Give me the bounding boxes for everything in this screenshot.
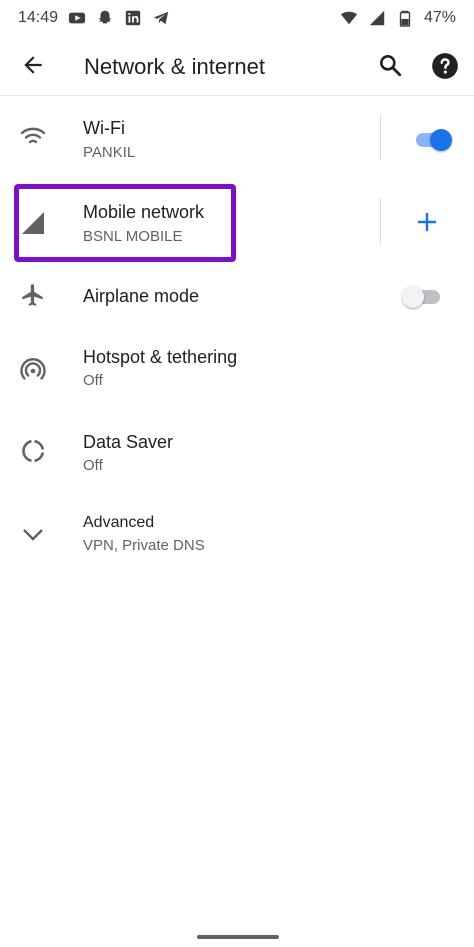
advanced-summary: VPN, Private DNS bbox=[83, 537, 205, 554]
status-time: 14:49 bbox=[18, 9, 59, 26]
advanced-row[interactable]: Advanced VPN, Private DNS bbox=[0, 496, 474, 576]
wifi-toggle[interactable] bbox=[412, 127, 452, 151]
page-title: Network & internet bbox=[84, 54, 265, 79]
back-arrow-icon[interactable] bbox=[20, 52, 46, 78]
airplane-mode-title: Airplane mode bbox=[83, 286, 200, 306]
status-bar: 14:49 47% bbox=[0, 0, 474, 36]
hotspot-title: Hotspot & tethering bbox=[83, 347, 238, 367]
data-saver-title: Data Saver bbox=[83, 432, 174, 452]
signal-icon bbox=[369, 10, 385, 26]
app-bar: Network & internet bbox=[0, 36, 474, 96]
status-left: 14:49 bbox=[18, 9, 170, 27]
hotspot-row[interactable]: Hotspot & tethering Off bbox=[0, 326, 474, 412]
mobile-network-highlight bbox=[14, 184, 236, 262]
wifi-divider bbox=[380, 114, 381, 160]
youtube-icon bbox=[68, 12, 86, 24]
wifi-setting-row[interactable]: Wi-Fi PANKIL bbox=[0, 96, 474, 182]
airplane-icon bbox=[22, 284, 43, 306]
linkedin-icon bbox=[125, 10, 141, 26]
mobile-network-divider bbox=[380, 198, 381, 244]
data-saver-icon bbox=[22, 439, 45, 463]
hotspot-icon bbox=[20, 358, 46, 380]
navigation-pill[interactable] bbox=[197, 935, 279, 939]
telegram-icon bbox=[153, 11, 169, 25]
airplane-mode-row[interactable]: Airplane mode bbox=[0, 266, 474, 326]
wifi-summary: PANKIL bbox=[83, 144, 136, 161]
plus-icon[interactable] bbox=[415, 210, 439, 234]
hotspot-summary: Off bbox=[83, 372, 103, 389]
snapchat-icon bbox=[98, 10, 112, 24]
chevron-down-icon bbox=[23, 529, 43, 541]
wifi-status-icon bbox=[340, 11, 358, 25]
battery-icon bbox=[399, 10, 411, 27]
search-icon[interactable] bbox=[377, 52, 403, 78]
help-icon[interactable] bbox=[431, 52, 459, 80]
airplane-mode-toggle[interactable] bbox=[402, 284, 442, 308]
data-saver-summary: Off bbox=[83, 457, 103, 474]
advanced-title: Advanced bbox=[83, 514, 155, 531]
battery-percent: 47% bbox=[423, 9, 456, 26]
data-saver-row[interactable]: Data Saver Off bbox=[0, 412, 474, 496]
wifi-title: Wi-Fi bbox=[83, 118, 125, 138]
wifi-icon bbox=[20, 127, 46, 144]
status-right: 47% bbox=[340, 9, 456, 27]
